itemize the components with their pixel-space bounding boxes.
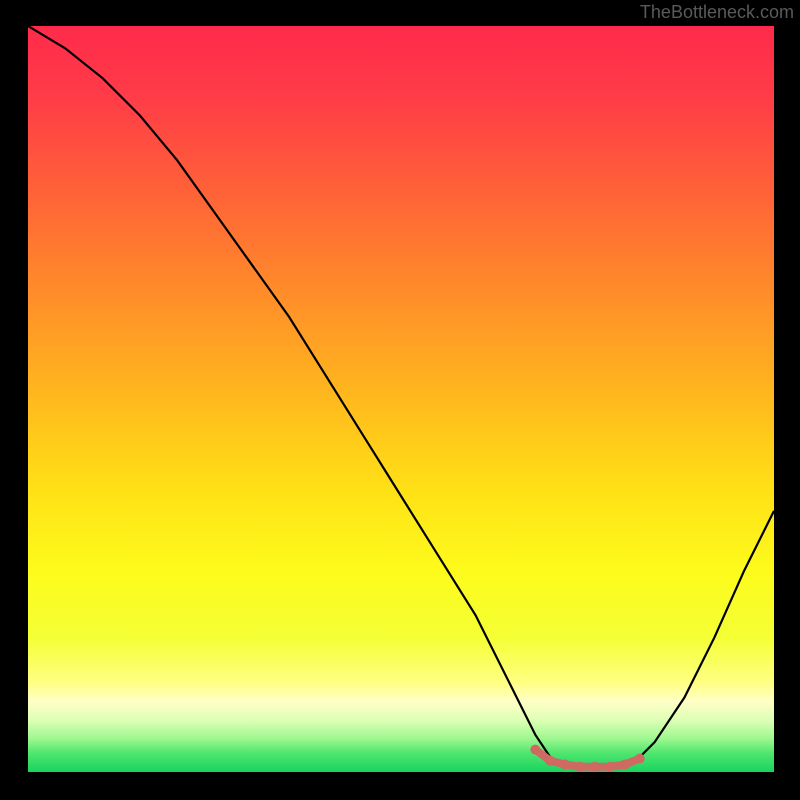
chart-svg [28, 26, 774, 772]
optimal-band-marker [545, 756, 555, 766]
optimal-band-marker [620, 760, 630, 770]
optimal-band-marker [530, 745, 540, 755]
background-gradient-rect [28, 26, 774, 772]
watermark-text: TheBottleneck.com [640, 2, 794, 23]
optimal-band-marker [635, 754, 645, 764]
optimal-band-marker [605, 762, 615, 772]
optimal-band-marker [590, 762, 600, 772]
optimal-band-marker [560, 760, 570, 770]
optimal-band-marker [575, 762, 585, 772]
chart-plot-area [28, 26, 774, 772]
